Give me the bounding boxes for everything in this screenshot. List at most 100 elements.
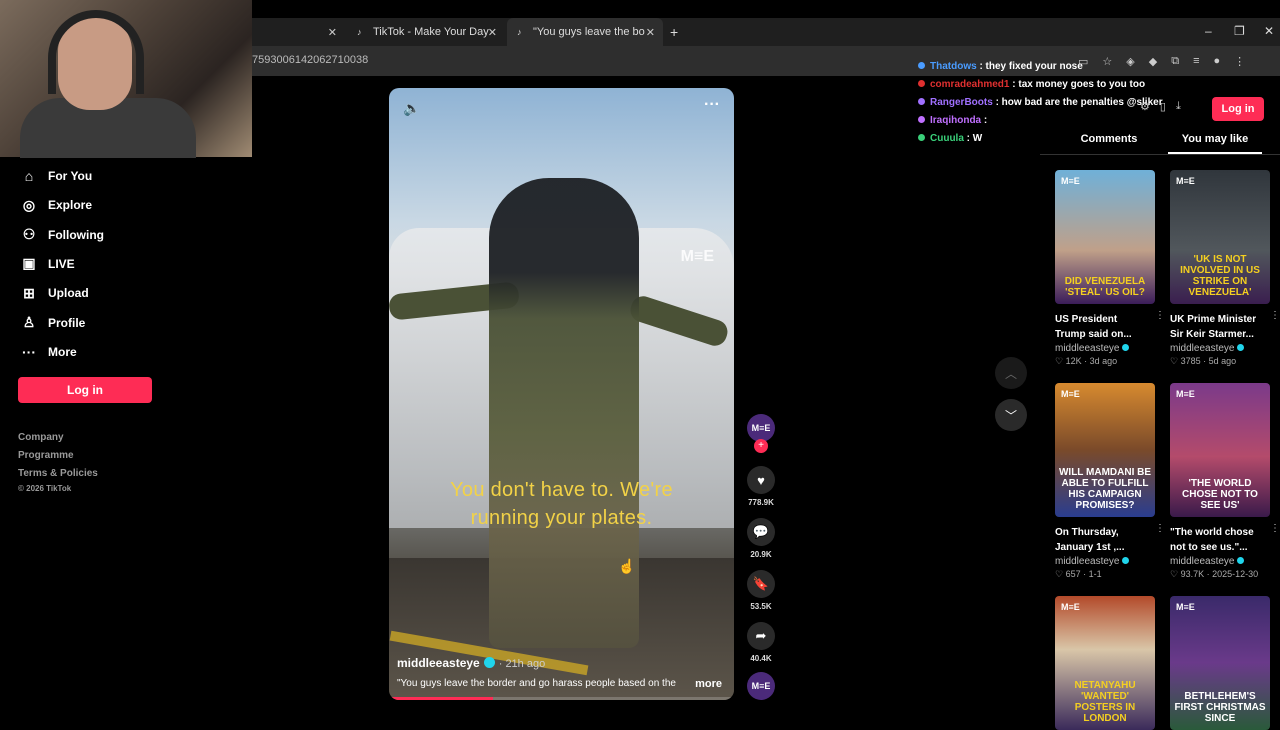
footer-programme[interactable]: Programme xyxy=(18,450,74,461)
sidebar-item-more[interactable]: ··· More xyxy=(20,341,77,363)
card-meta: ♡ 12K · 3d ago xyxy=(1055,356,1118,366)
login-button[interactable]: Log in xyxy=(18,377,152,403)
card-title: On Thursday, January 1st ,... xyxy=(1055,527,1125,553)
card-author[interactable]: middleeasteye xyxy=(1055,556,1155,567)
puzzle-icon[interactable]: ⧉ xyxy=(1171,55,1179,68)
compass-icon: ◎ xyxy=(22,196,36,213)
sidebar-item-upload[interactable]: ⊞ Upload xyxy=(20,282,89,304)
sidebar-item-live[interactable]: ▣ LIVE xyxy=(20,253,74,275)
channel-logo: M≡E xyxy=(1061,389,1080,399)
card-author[interactable]: middleeasteye xyxy=(1055,343,1155,354)
thumbnail-headline: WILL MAMDANI BE ABLE TO FULFILL HIS CAMP… xyxy=(1058,467,1152,511)
star-icon[interactable]: ☆ xyxy=(1102,55,1112,68)
sidebar-item-following[interactable]: ⚇ Following xyxy=(20,224,104,246)
comment-action[interactable]: 💬 20.9K xyxy=(747,518,775,559)
tab-label: TikTok - Make Your Day xyxy=(373,26,489,38)
save-count: 53.5K xyxy=(750,602,772,611)
verified-icon xyxy=(1122,344,1130,351)
heart-icon[interactable]: ♥ xyxy=(747,466,775,494)
close-tab-icon[interactable]: ✕ xyxy=(488,26,497,39)
recommended-video-card[interactable]: M≡E DID VENEZUELA 'STEAL' US OIL? US Presi… xyxy=(1055,170,1165,367)
share-action[interactable]: ➦ 40.4K xyxy=(747,622,775,663)
menu-icon[interactable]: ≡ xyxy=(1193,55,1199,68)
save-action[interactable]: 🔖 53.5K xyxy=(747,570,775,611)
kebab-icon[interactable]: ⋮ xyxy=(1270,523,1280,534)
extension-icon[interactable]: ◈ xyxy=(1126,55,1134,68)
recommended-video-card[interactable]: M≡E NETANYAHU 'WANTED' POSTERS IN LONDON xyxy=(1055,596,1155,730)
like-action[interactable]: ♥ 778.9K xyxy=(747,466,775,507)
settings-icon[interactable]: ⚙ xyxy=(1140,100,1150,113)
footer-terms[interactable]: Terms & Policies xyxy=(18,468,98,479)
kebab-icon[interactable]: ⋮ xyxy=(1155,310,1165,321)
card-author[interactable]: middleeasteye xyxy=(1170,343,1270,354)
card-author[interactable]: middleeasteye xyxy=(1170,556,1270,567)
channel-logo: M≡E xyxy=(1176,602,1195,612)
recommended-video-card[interactable]: M≡E BETHLEHEM'S FIRST CHRISTMAS SINCE xyxy=(1170,596,1270,730)
profile-icon[interactable]: ● xyxy=(1214,55,1221,68)
minimize-button[interactable]: – xyxy=(1205,24,1212,38)
video-thumbnail[interactable]: M≡E 'THE WORLD CHOSE NOT TO SEE US' xyxy=(1170,383,1270,517)
kebab-icon[interactable]: ⋮ xyxy=(1234,55,1245,68)
new-tab-button[interactable]: + xyxy=(670,24,678,40)
video-thumbnail[interactable]: M≡E WILL MAMDANI BE ABLE TO FULFILL HIS C… xyxy=(1055,383,1155,517)
login-button[interactable]: Log in xyxy=(1212,97,1264,121)
sidebar-item-explore[interactable]: ◎ Explore xyxy=(20,194,92,216)
progress-bar[interactable] xyxy=(389,697,734,700)
follow-plus-icon[interactable]: + xyxy=(754,439,768,453)
creator-avatar[interactable]: M≡E xyxy=(747,414,775,442)
sidebar-item-for-you[interactable]: ⌂ For You xyxy=(20,165,92,187)
browser-tab-3[interactable]: ♪ "You guys leave the border and ✕ xyxy=(507,18,663,46)
sidebar-item-profile[interactable]: ♙ Profile xyxy=(20,312,86,334)
close-tab-icon[interactable]: ✕ xyxy=(328,26,337,39)
restore-button[interactable]: ❐ xyxy=(1234,24,1245,38)
kebab-icon[interactable]: ⋮ xyxy=(1270,310,1280,321)
recommended-video-card[interactable]: M≡E 'THE WORLD CHOSE NOT TO SEE US' "The w… xyxy=(1170,383,1280,580)
download-icon[interactable]: ⤓ xyxy=(1176,100,1181,113)
comment-count: 20.9K xyxy=(750,550,772,559)
video-thumbnail[interactable]: M≡E DID VENEZUELA 'STEAL' US OIL? xyxy=(1055,170,1155,304)
chat-text: : xyxy=(983,115,988,126)
video-thumbnail[interactable]: M≡E 'UK IS NOT INVOLVED IN US STRIKE ON V… xyxy=(1170,170,1270,304)
browser-tab-1[interactable]: ✕ xyxy=(253,18,345,46)
thumbnail-headline: 'THE WORLD CHOSE NOT TO SEE US' xyxy=(1182,478,1258,511)
verified-icon xyxy=(1237,344,1245,351)
progress-fill xyxy=(389,697,493,700)
close-window-button[interactable]: ✕ xyxy=(1264,24,1274,38)
more-options-icon[interactable]: ··· xyxy=(704,96,720,114)
close-tab-icon[interactable]: ✕ xyxy=(646,26,655,39)
tab-comments[interactable]: Comments xyxy=(1062,133,1156,145)
home-icon: ⌂ xyxy=(24,168,34,184)
more-link[interactable]: more xyxy=(695,678,722,690)
chat-user: Cuuula xyxy=(930,133,964,144)
tab-you-may-like[interactable]: You may like xyxy=(1168,133,1262,145)
tiktok-icon: ♪ xyxy=(357,27,362,37)
author-name: middleeasteye xyxy=(1055,343,1120,354)
chat-user: Thatdows xyxy=(930,61,977,72)
chat-message: Thatdows : they fixed your nose xyxy=(918,61,1083,72)
volume-icon[interactable]: 🔈 xyxy=(403,100,420,117)
video-thumbnail[interactable]: M≡E BETHLEHEM'S FIRST CHRISTMAS SINCE xyxy=(1170,596,1270,730)
video-player[interactable]: 🔈 ··· M≡E You don't have to. We're runni… xyxy=(389,88,734,700)
video-thumbnail[interactable]: M≡E NETANYAHU 'WANTED' POSTERS IN LONDON xyxy=(1055,596,1155,730)
mouse-cursor: ☝ xyxy=(618,558,636,574)
comment-icon[interactable]: 💬 xyxy=(747,518,775,546)
bookmark-icon[interactable]: 🔖 xyxy=(747,570,775,598)
chevron-down-icon[interactable]: ﹀ xyxy=(995,399,1027,431)
sidebar-item-label: Upload xyxy=(48,286,89,301)
kebab-icon[interactable]: ⋮ xyxy=(1155,523,1165,534)
footer-company[interactable]: Company xyxy=(18,432,64,443)
url-text: 7593006142062710038 xyxy=(252,54,369,66)
recommended-video-card[interactable]: M≡E WILL MAMDANI BE ABLE TO FULFILL HIS C… xyxy=(1055,383,1165,580)
share-icon[interactable]: ➦ xyxy=(747,622,775,650)
recommended-video-card[interactable]: M≡E 'UK IS NOT INVOLVED IN US STRIKE ON V… xyxy=(1170,170,1280,367)
extension-icon[interactable]: ◆ xyxy=(1149,55,1157,68)
card-title: UK Prime Minister Sir Keir Starmer... xyxy=(1170,314,1257,340)
mobile-icon[interactable]: ▯ xyxy=(1160,100,1166,113)
chat-text: : W xyxy=(966,133,983,144)
video-author[interactable]: middleeasteye · 21h ago xyxy=(397,656,545,670)
browser-tab-2[interactable]: ♪ TikTok - Make Your Day ✕ xyxy=(347,18,505,46)
chat-text: : how bad are the penalties @sliker xyxy=(995,97,1163,108)
music-avatar[interactable]: M≡E xyxy=(747,672,775,700)
live-icon: ▣ xyxy=(22,255,36,272)
chevron-up-icon[interactable]: ︿ xyxy=(995,357,1027,389)
